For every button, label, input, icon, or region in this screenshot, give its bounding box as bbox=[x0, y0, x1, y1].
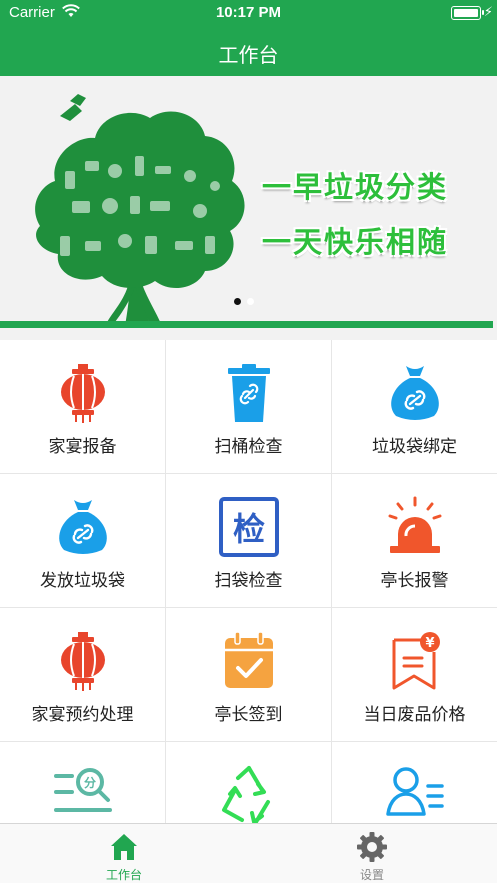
bag-link-icon bbox=[390, 366, 439, 420]
price-tag-icon: ¥ bbox=[392, 632, 440, 690]
grid-item-family-banquet-report[interactable]: 家宴报备 bbox=[0, 340, 165, 473]
tab-settings[interactable]: 设置 bbox=[248, 824, 496, 883]
tab-label: 工作台 bbox=[105, 868, 142, 882]
charging-icon: ⚡ bbox=[483, 4, 493, 19]
grid-item-bag-binding[interactable]: 垃圾袋绑定 bbox=[332, 340, 497, 473]
status-bar: Carrier 10:17 PM ⚡ bbox=[0, 0, 497, 28]
grid-item-label: 扫袋检查 bbox=[214, 571, 283, 590]
page-dot-2[interactable] bbox=[247, 298, 254, 305]
grid-item-daily-scrap-price[interactable]: ¥ 当日废品价格 bbox=[332, 608, 497, 741]
tab-label: 设置 bbox=[359, 868, 384, 882]
status-time: 10:17 PM bbox=[215, 4, 282, 21]
inspect-icon: 检 bbox=[218, 497, 279, 557]
calendar-check-icon bbox=[224, 631, 273, 688]
grid-item-label: 亭长报警 bbox=[380, 571, 449, 590]
tab-bar: 工作台 设置 bbox=[0, 823, 497, 883]
page-dot-1[interactable] bbox=[234, 298, 241, 305]
recycle-icon bbox=[221, 766, 270, 823]
tree-illustration bbox=[35, 94, 245, 326]
carousel-page-indicator[interactable] bbox=[234, 292, 260, 310]
grid-item-label: 发放垃圾袋 bbox=[40, 571, 125, 590]
grid-item-distribute-bags[interactable]: 发放垃圾袋 bbox=[0, 474, 165, 607]
trash-bin-icon bbox=[227, 364, 270, 422]
grid-item-label: 家宴报备 bbox=[48, 437, 117, 456]
grid-item-scan-bin-check[interactable]: 扫桶检查 bbox=[166, 340, 331, 473]
banner-carousel[interactable]: 一早垃圾分类 一天快乐相随 bbox=[0, 76, 497, 330]
lantern-icon bbox=[60, 632, 105, 691]
grid-item-label: 扫桶检查 bbox=[214, 437, 283, 456]
svg-text:分: 分 bbox=[83, 775, 95, 790]
battery-icon bbox=[451, 6, 484, 20]
grid-item-label: 家宴预约处理 bbox=[31, 705, 134, 724]
grid-item-resident-info[interactable] bbox=[332, 742, 497, 823]
grid-item-scan-bag-check[interactable]: 检 扫袋检查 bbox=[166, 474, 331, 607]
banner-slogan-line2: 一天快乐相随 bbox=[262, 227, 449, 259]
lantern-icon bbox=[60, 364, 105, 423]
grid-item-label: 垃圾袋绑定 bbox=[372, 437, 457, 456]
page-title: 工作台 bbox=[218, 45, 279, 67]
grid-item-label: 当日废品价格 bbox=[363, 705, 466, 724]
gear-icon bbox=[357, 832, 387, 862]
grid-item-label: 亭长签到 bbox=[214, 705, 283, 724]
grid-item-score-query[interactable]: 分 bbox=[0, 742, 165, 823]
tab-workbench[interactable]: 工作台 bbox=[0, 824, 248, 883]
score-search-icon: 分 bbox=[53, 768, 112, 812]
function-grid: 家宴报备 扫桶检查 垃圾袋绑定 发放垃圾袋 检 扫袋检查 亭长报警 家宴预约处理… bbox=[0, 340, 497, 823]
grid-item-kiosk-checkin[interactable]: 亭长签到 bbox=[166, 608, 331, 741]
grid-item-banquet-booking-handle[interactable]: 家宴预约处理 bbox=[0, 608, 165, 741]
banner-slogan-line1: 一早垃圾分类 bbox=[262, 172, 449, 204]
svg-text:检: 检 bbox=[232, 510, 264, 548]
alarm-icon bbox=[388, 496, 441, 553]
banner-ground-strip bbox=[0, 321, 493, 328]
navigation-bar: 工作台 bbox=[0, 28, 497, 76]
grid-item-kiosk-alarm[interactable]: 亭长报警 bbox=[332, 474, 497, 607]
user-list-icon bbox=[385, 767, 444, 816]
svg-text:¥: ¥ bbox=[425, 636, 434, 651]
bag-link-icon bbox=[58, 500, 107, 554]
home-icon bbox=[111, 834, 137, 860]
grid-item-recycle[interactable] bbox=[166, 742, 331, 823]
